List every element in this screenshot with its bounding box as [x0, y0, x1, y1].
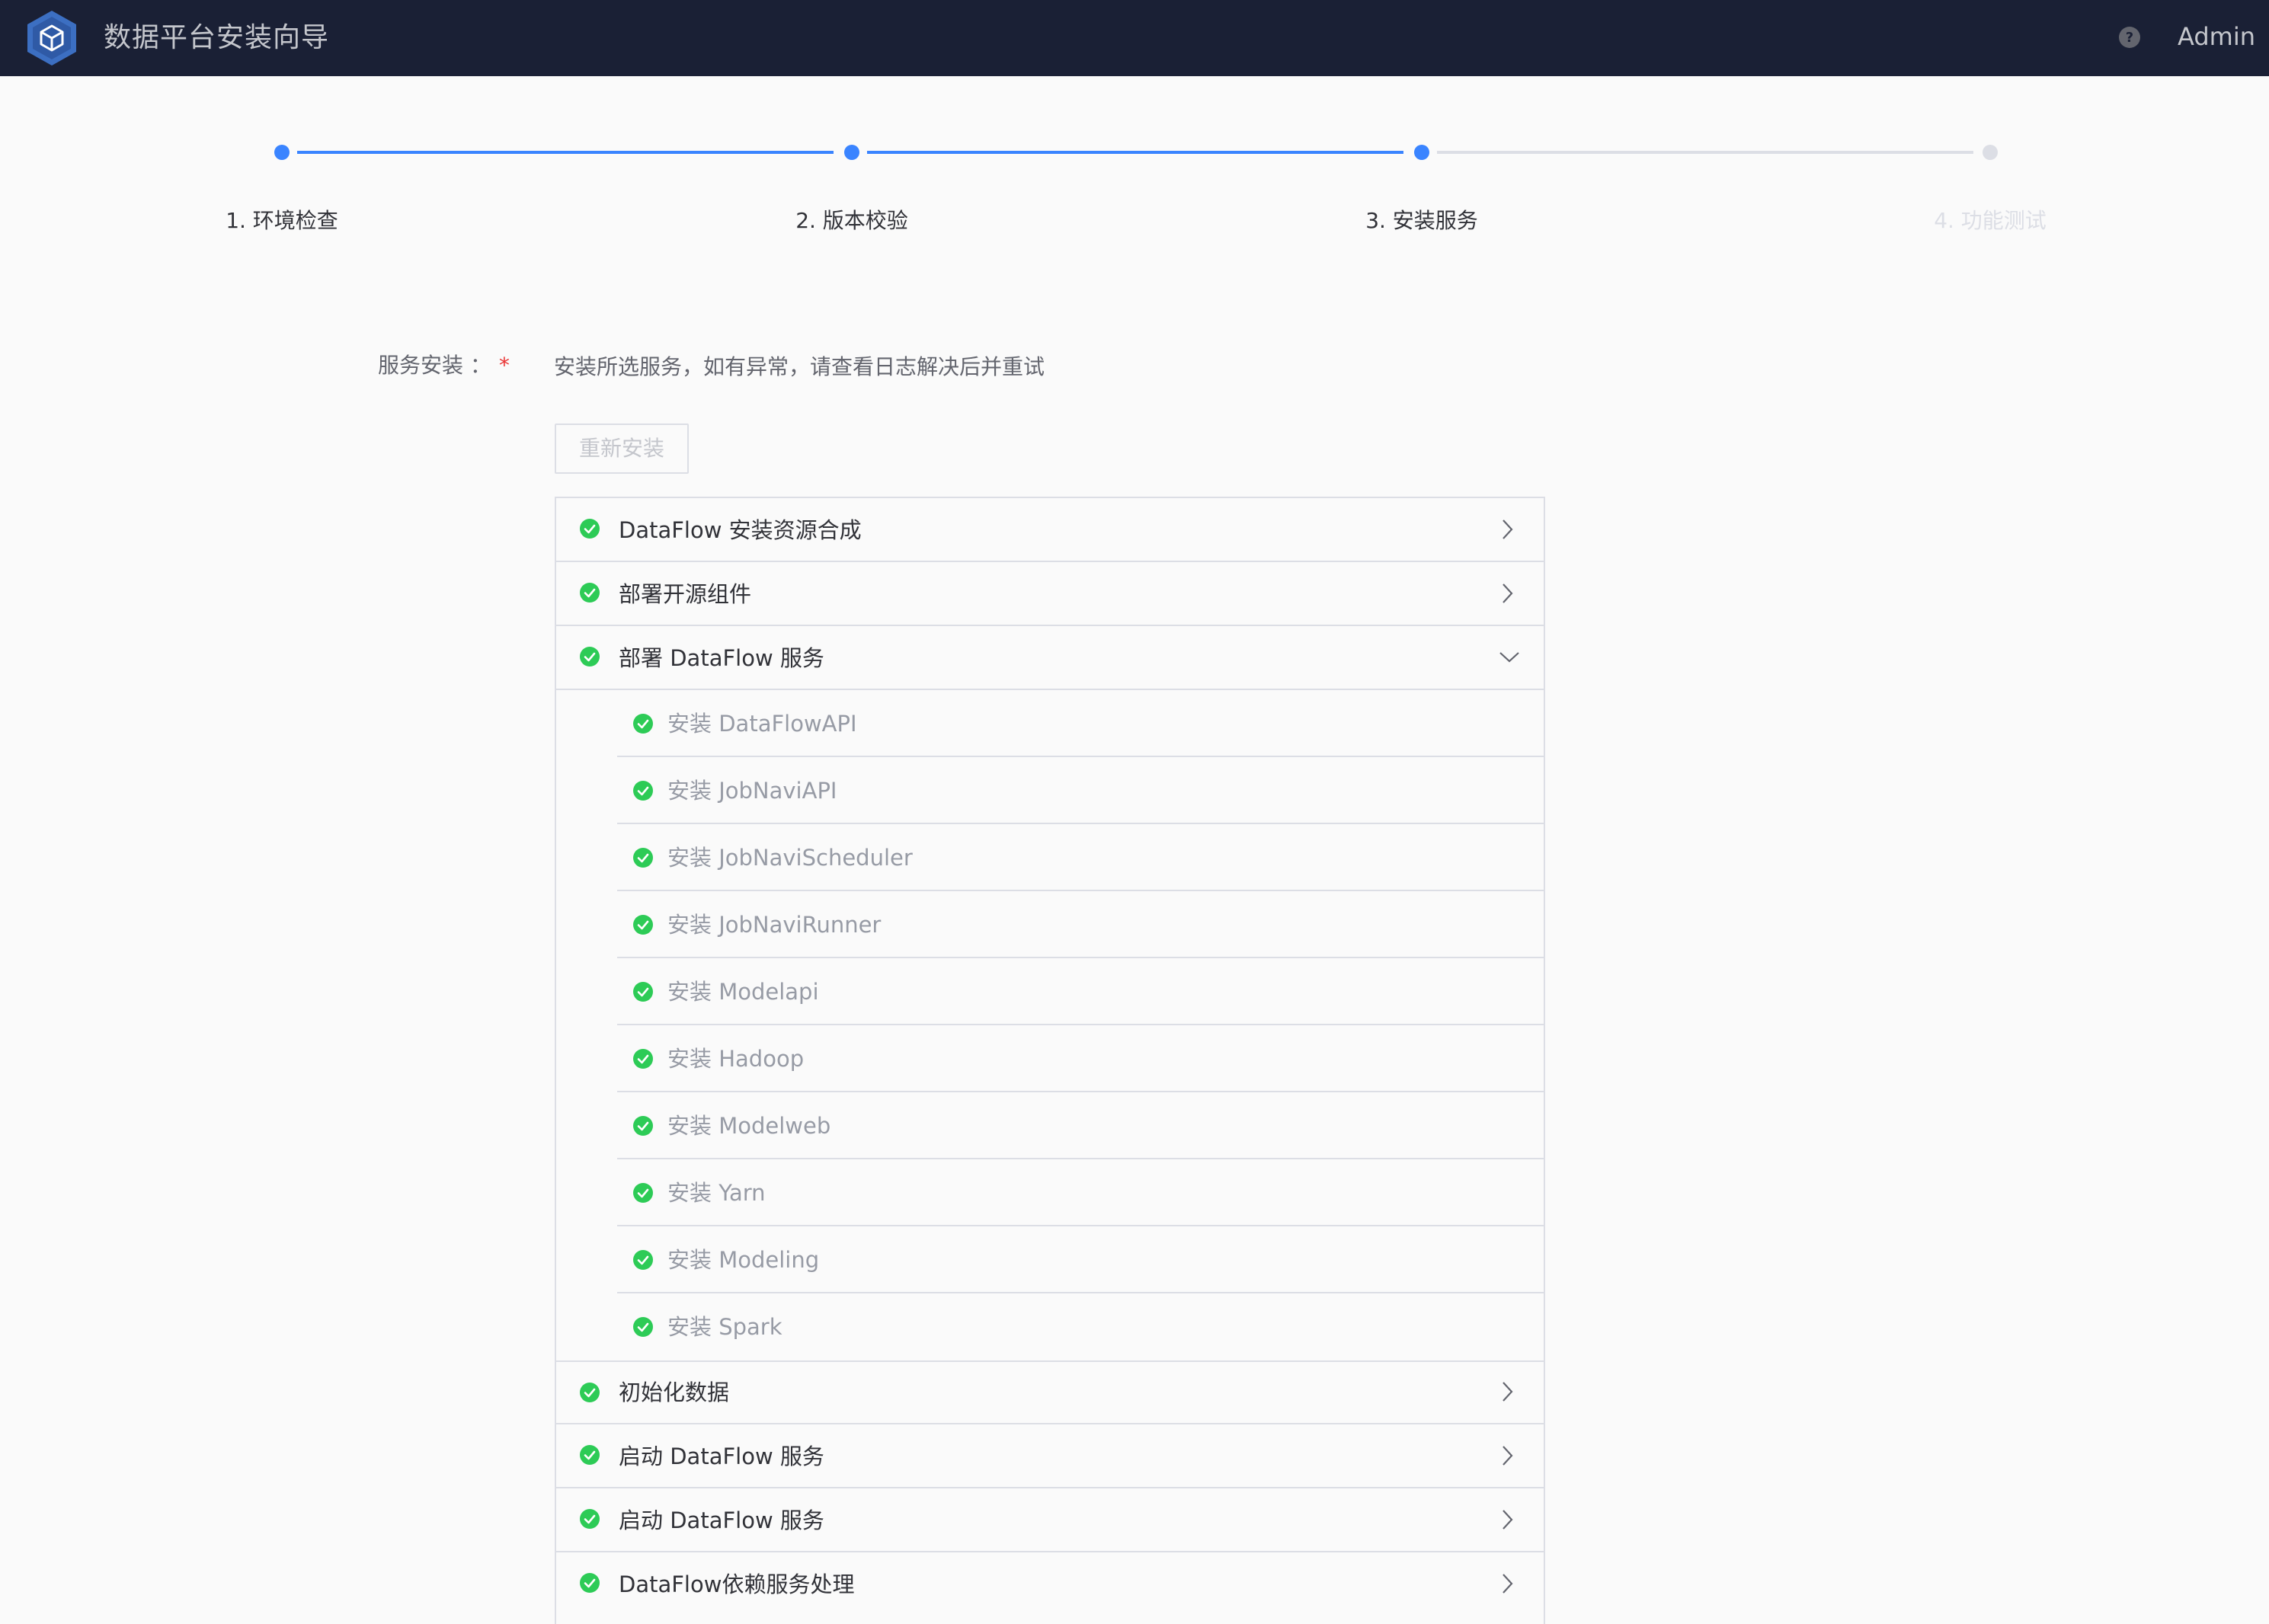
- install-task-list: DataFlow 安装资源合成 部署开源组件 部署 DataFlow 服务 安装…: [555, 497, 1545, 1624]
- chevron-right-icon[interactable]: [1498, 582, 1516, 605]
- help-icon[interactable]: ?: [2118, 26, 2141, 49]
- check-circle-icon: [580, 1573, 600, 1593]
- step-label-2: 2. 版本校验: [795, 208, 908, 233]
- check-circle-icon: [633, 1317, 653, 1337]
- check-circle-icon: [633, 714, 653, 734]
- task-label: DataFlow 安装资源合成: [619, 517, 862, 543]
- subtask-label: 安装 Modeling: [667, 1247, 820, 1273]
- step-connector-1: [297, 151, 834, 154]
- task-row[interactable]: 部署开源组件: [556, 562, 1544, 626]
- check-circle-icon: [633, 1049, 653, 1069]
- subtask-row: 安装 JobNaviRunner: [617, 891, 1544, 958]
- subtask-label: 安装 Hadoop: [667, 1046, 805, 1072]
- subtask-row: 安装 Modelweb: [617, 1092, 1544, 1159]
- subtask-row: 安装 JobNaviScheduler: [617, 824, 1544, 891]
- step-label-3: 3. 安装服务: [1365, 208, 1478, 233]
- chevron-right-icon[interactable]: [1498, 1572, 1516, 1595]
- check-circle-icon: [633, 915, 653, 935]
- subtask-row: 安装 JobNaviAPI: [617, 757, 1544, 824]
- subtask-label: 安装 JobNaviAPI: [667, 778, 837, 804]
- top-bar: 数据平台安装向导 ? Admin: [0, 0, 2269, 76]
- check-circle-icon: [580, 583, 600, 603]
- check-circle-icon: [580, 519, 600, 539]
- subtask-row: 安装 Spark: [617, 1293, 1544, 1360]
- task-row[interactable]: DataFlow 安装资源合成: [556, 498, 1544, 562]
- task-row[interactable]: 启动 DataFlow 服务: [556, 1424, 1544, 1488]
- check-circle-icon: [633, 848, 653, 868]
- subtask-row: 安装 Yarn: [617, 1159, 1544, 1226]
- step-label-1: 1. 环境检查: [226, 208, 338, 233]
- task-row[interactable]: 初始化数据: [556, 1360, 1544, 1424]
- step-dot-2: [844, 145, 859, 160]
- task-label: 启动 DataFlow 服务: [619, 1507, 824, 1533]
- subtask-row: 安装 DataFlowAPI: [617, 690, 1544, 757]
- svg-text:?: ?: [2126, 30, 2133, 46]
- task-label: DataFlow依赖服务处理: [619, 1571, 855, 1597]
- subtask-label: 安装 JobNaviScheduler: [667, 845, 913, 871]
- step-label-4: 4. 功能测试: [1934, 208, 2047, 233]
- step-dot-3: [1414, 145, 1429, 160]
- check-circle-icon: [633, 982, 653, 1002]
- task-label: 部署开源组件: [619, 581, 752, 607]
- service-install-description: 安装所选服务，如有异常，请查看日志解决后并重试: [554, 354, 1045, 379]
- check-circle-icon: [580, 1383, 600, 1402]
- task-label: 部署 DataFlow 服务: [619, 645, 824, 671]
- service-install-label: 服务安装 ： *: [378, 349, 510, 379]
- subtask-row: 安装 Modelapi: [617, 958, 1544, 1025]
- chevron-right-icon[interactable]: [1498, 1444, 1516, 1467]
- step-dot-1: [274, 145, 290, 160]
- subtask-label: 安装 Spark: [667, 1314, 782, 1340]
- check-circle-icon: [633, 781, 653, 801]
- chevron-right-icon[interactable]: [1498, 518, 1516, 541]
- check-circle-icon: [580, 1509, 600, 1529]
- chevron-right-icon[interactable]: [1498, 1380, 1516, 1403]
- check-circle-icon: [633, 1116, 653, 1136]
- step-dot-4: [1983, 145, 1998, 160]
- task-row-expanded[interactable]: 部署 DataFlow 服务: [556, 626, 1544, 690]
- subtask-label: 安装 Yarn: [667, 1180, 766, 1206]
- check-circle-icon: [633, 1183, 653, 1203]
- field-label-text: 服务安装 ：: [378, 353, 491, 378]
- subtask-label: 安装 DataFlowAPI: [667, 711, 857, 737]
- check-circle-icon: [580, 647, 600, 667]
- app-title: 数据平台安装向导: [104, 22, 330, 53]
- subtask-label: 安装 Modelweb: [667, 1113, 831, 1139]
- step-connector-2: [867, 151, 1403, 154]
- chevron-down-icon[interactable]: [1498, 647, 1521, 666]
- task-label: 启动 DataFlow 服务: [619, 1443, 824, 1469]
- reinstall-button[interactable]: 重新安装: [555, 424, 689, 474]
- cube-logo-icon[interactable]: [24, 9, 79, 67]
- check-circle-icon: [633, 1250, 653, 1270]
- check-circle-icon: [580, 1445, 600, 1465]
- user-menu[interactable]: Admin: [2178, 0, 2255, 76]
- task-label: 初始化数据: [619, 1379, 730, 1405]
- chevron-right-icon[interactable]: [1498, 1508, 1516, 1531]
- task-row[interactable]: DataFlow依赖服务处理: [556, 1552, 1544, 1616]
- subtask-label: 安装 Modelapi: [667, 979, 819, 1005]
- subtask-row: 安装 Modeling: [617, 1226, 1544, 1293]
- required-mark: *: [498, 353, 510, 378]
- step-connector-3: [1437, 151, 1973, 154]
- task-row[interactable]: 启动 DataFlow 服务: [556, 1488, 1544, 1552]
- subtask-row: 安装 Hadoop: [617, 1025, 1544, 1092]
- subtask-label: 安装 JobNaviRunner: [667, 912, 882, 938]
